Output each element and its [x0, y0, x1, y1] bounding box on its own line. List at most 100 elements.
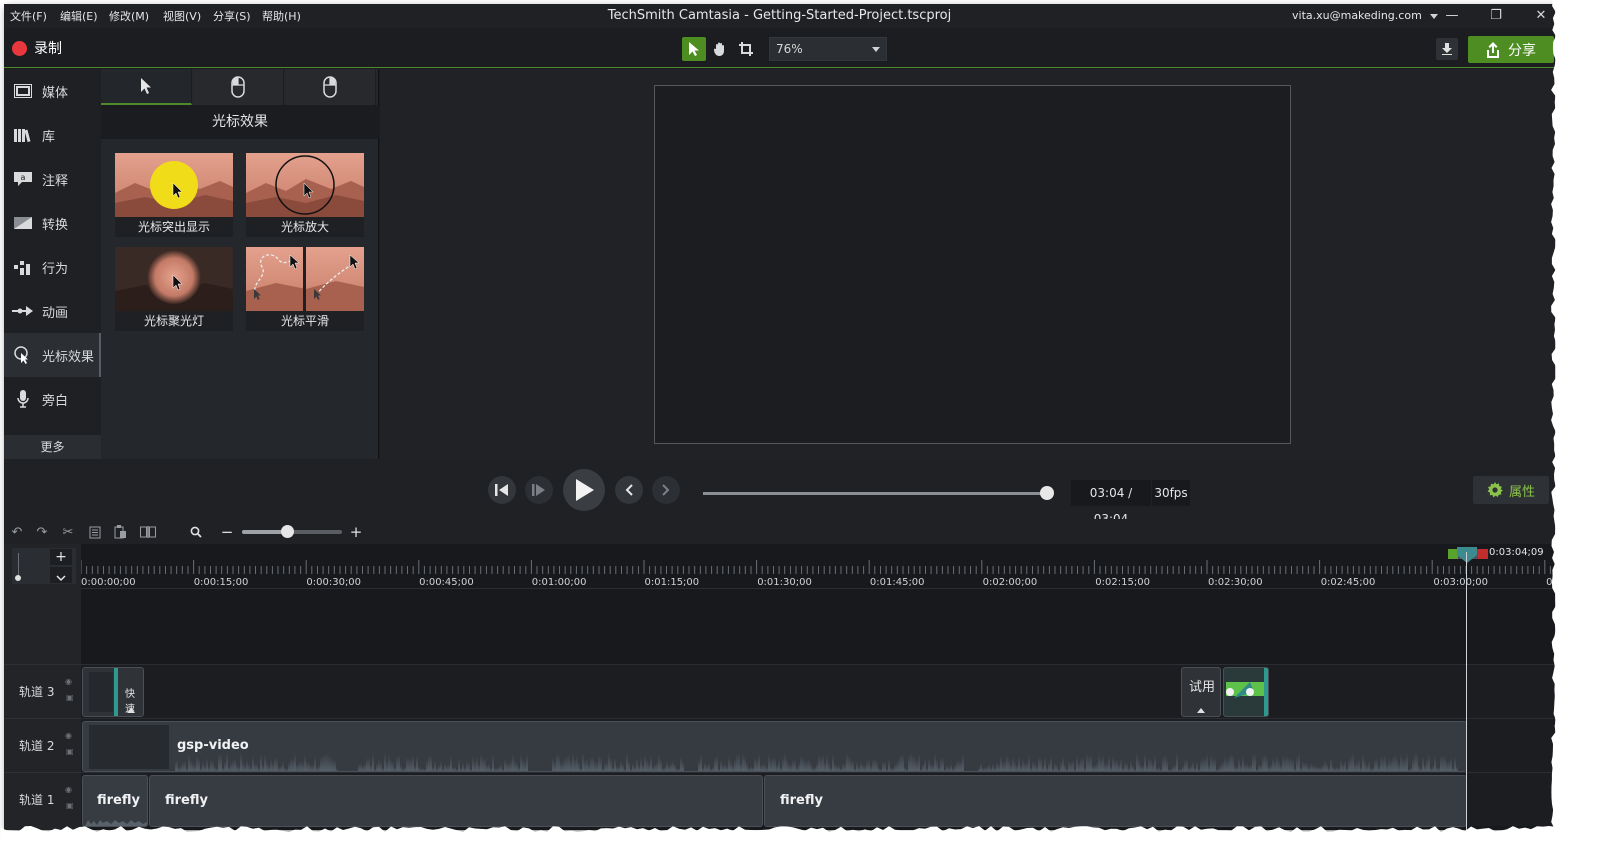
media-clip-green[interactable] [1223, 667, 1269, 717]
effect-cursor-spotlight[interactable]: 光标聚光灯 [115, 247, 233, 331]
video-clip-gsp[interactable]: gsp-video [82, 721, 1467, 772]
lock-icon[interactable]: ▣ [66, 747, 74, 756]
share-button[interactable]: 分享 [1468, 36, 1554, 63]
sidebar-item-transitions[interactable]: 转换 [4, 201, 101, 245]
copy-icon[interactable] [86, 523, 104, 541]
effect-thumbnail [115, 153, 233, 217]
playhead-time: 0:03:04;09 [1489, 547, 1544, 558]
track-height-slider[interactable] [14, 551, 24, 581]
previous-marker-icon[interactable] [615, 476, 643, 504]
track-name: 轨道 2 [19, 739, 55, 753]
ruler-tick-label: 0:02:30;00 [1208, 577, 1263, 588]
next-marker-icon[interactable] [652, 476, 680, 504]
audio-waveform [85, 820, 147, 826]
crop-icon[interactable] [734, 37, 758, 61]
cut-icon[interactable]: ✂ [59, 523, 77, 541]
close-icon[interactable]: ✕ [1529, 6, 1553, 26]
ruler-tick-label: 0:02:45;00 [1320, 577, 1376, 588]
search-icon[interactable] [187, 523, 205, 541]
caret-up-icon [127, 708, 135, 713]
zoom-select[interactable]: 76% [769, 37, 887, 61]
eye-icon[interactable]: ◉ [65, 731, 72, 740]
split-icon[interactable] [139, 523, 157, 541]
sidebar-item-label: 库 [42, 129, 56, 145]
tab-right-click-effects[interactable] [285, 69, 376, 105]
canvas[interactable] [654, 85, 1291, 444]
record-button[interactable]: 录制 [12, 37, 62, 59]
playhead-handle[interactable] [1457, 547, 1477, 563]
account-menu[interactable]: vita.xu@makeding.com [1292, 9, 1439, 22]
ruler-tick-label: 0:00:45;00 [419, 577, 474, 588]
sidebar-item-animations[interactable]: 动画 [4, 289, 101, 333]
track-header-2[interactable]: 轨道 2 ◉ ▣ [4, 718, 81, 772]
sidebar-item-cursor-effects[interactable]: 光标效果 [4, 333, 101, 377]
timeline-zoom-handle[interactable] [281, 525, 294, 538]
caret-up-icon [1197, 708, 1205, 713]
effect-label: 光标突出显示 [137, 220, 210, 234]
effect-cursor-magnify[interactable]: 光标放大 [246, 153, 364, 237]
animation-arrow-icon [4, 305, 42, 317]
properties-button[interactable]: 属性 [1473, 476, 1549, 504]
sidebar-item-annotations[interactable]: a 注释 [4, 157, 101, 201]
annotation-icon: a [4, 172, 42, 186]
fps-display: 30fps [1152, 480, 1190, 506]
clip-label: firefly [780, 793, 823, 808]
eye-icon[interactable]: ◉ [65, 677, 72, 686]
clip-label: 试用 [1189, 680, 1216, 695]
clip-label: firefly [165, 793, 208, 808]
download-button[interactable] [1436, 38, 1458, 60]
cursor-effects-panel: 光标效果 光标突出显示 光标放大 光标聚光灯 光标平滑 [101, 69, 379, 459]
sidebar-item-library[interactable]: 库 [4, 113, 101, 157]
audio-clip-firefly-2[interactable]: firefly [149, 775, 763, 827]
track-lane-2: gsp-video [81, 718, 1555, 772]
sidebar-item-label: 光标效果 [42, 349, 95, 365]
tab-cursor-effects[interactable] [101, 69, 192, 105]
audio-clip-firefly-1[interactable]: firefly [82, 775, 148, 827]
lock-icon[interactable]: ▣ [66, 693, 74, 702]
track-header-3[interactable]: 轨道 3 ◉ ▣ [4, 664, 81, 718]
ruler-tick-label: 0:00:00;00 [81, 577, 136, 588]
sidebar-item-behaviors[interactable]: 行为 [4, 245, 101, 289]
zoom-in-icon[interactable]: + [347, 523, 365, 541]
minimize-icon[interactable]: — [1440, 6, 1464, 26]
step-forward-icon[interactable] [525, 476, 553, 504]
zoom-out-icon[interactable]: − [218, 523, 236, 541]
callout-clip-quick[interactable]: 快速 [82, 667, 144, 717]
microphone-icon [4, 390, 42, 408]
ruler-tick [81, 560, 1551, 574]
callout-clip-trial[interactable]: 试用 [1181, 667, 1221, 717]
effect-cursor-highlight[interactable]: 光标突出显示 [115, 153, 233, 237]
audio-clip-firefly-3[interactable]: firefly [764, 775, 1467, 827]
more-button[interactable]: 更多 [4, 435, 101, 459]
select-tool-icon[interactable] [682, 37, 706, 61]
scrubber-track[interactable] [703, 492, 1048, 495]
clip-thumbnail [89, 672, 113, 712]
step-back-icon[interactable] [488, 476, 516, 504]
restore-icon[interactable]: ❐ [1484, 6, 1508, 26]
lock-icon[interactable]: ▣ [66, 801, 74, 810]
time-ruler[interactable]: 0:00:00;00 0:00:15;00 0:00:30;00 0:00:45;00… [81, 544, 1555, 589]
add-track-icon[interactable]: + [50, 549, 72, 565]
paste-icon[interactable] [111, 523, 129, 541]
eye-icon[interactable]: ◉ [65, 785, 72, 794]
sidebar-item-voice-narration[interactable]: 旁白 [4, 377, 101, 421]
play-icon[interactable] [563, 469, 605, 511]
redo-icon[interactable]: ↷ [33, 523, 51, 541]
cursor-effect-icon [4, 346, 42, 364]
ruler-tick-label: 0:01:15;00 [644, 577, 700, 588]
track-lane-1: firefly firefly firefly [81, 772, 1555, 827]
audio-waveform [175, 752, 1458, 771]
camtasia-window: 文件(F) 编辑(E) 修改(M) 视图(V) 分享(S) 帮助(H) Tech… [4, 4, 1555, 830]
out-point-marker[interactable] [1478, 549, 1488, 559]
chevron-down-icon[interactable] [50, 567, 72, 583]
scrubber-handle[interactable] [1040, 486, 1054, 500]
track-header-1[interactable]: 轨道 1 ◉ ▣ [4, 772, 81, 826]
tab-left-click-effects[interactable] [193, 69, 284, 105]
timeline: + 0:00:00;00 0:00:15;00 0:00:30;00 0:00:45;… [4, 544, 1555, 830]
pan-hand-icon[interactable] [708, 37, 732, 61]
ruler-tick-label: 0:00:30;00 [306, 577, 362, 588]
undo-icon[interactable]: ↶ [8, 523, 26, 541]
sidebar-item-media[interactable]: 媒体 [4, 69, 101, 113]
ruler-tick-label: 0:02:00;00 [982, 577, 1038, 588]
effect-cursor-smoothing[interactable]: 光标平滑 [246, 247, 364, 331]
